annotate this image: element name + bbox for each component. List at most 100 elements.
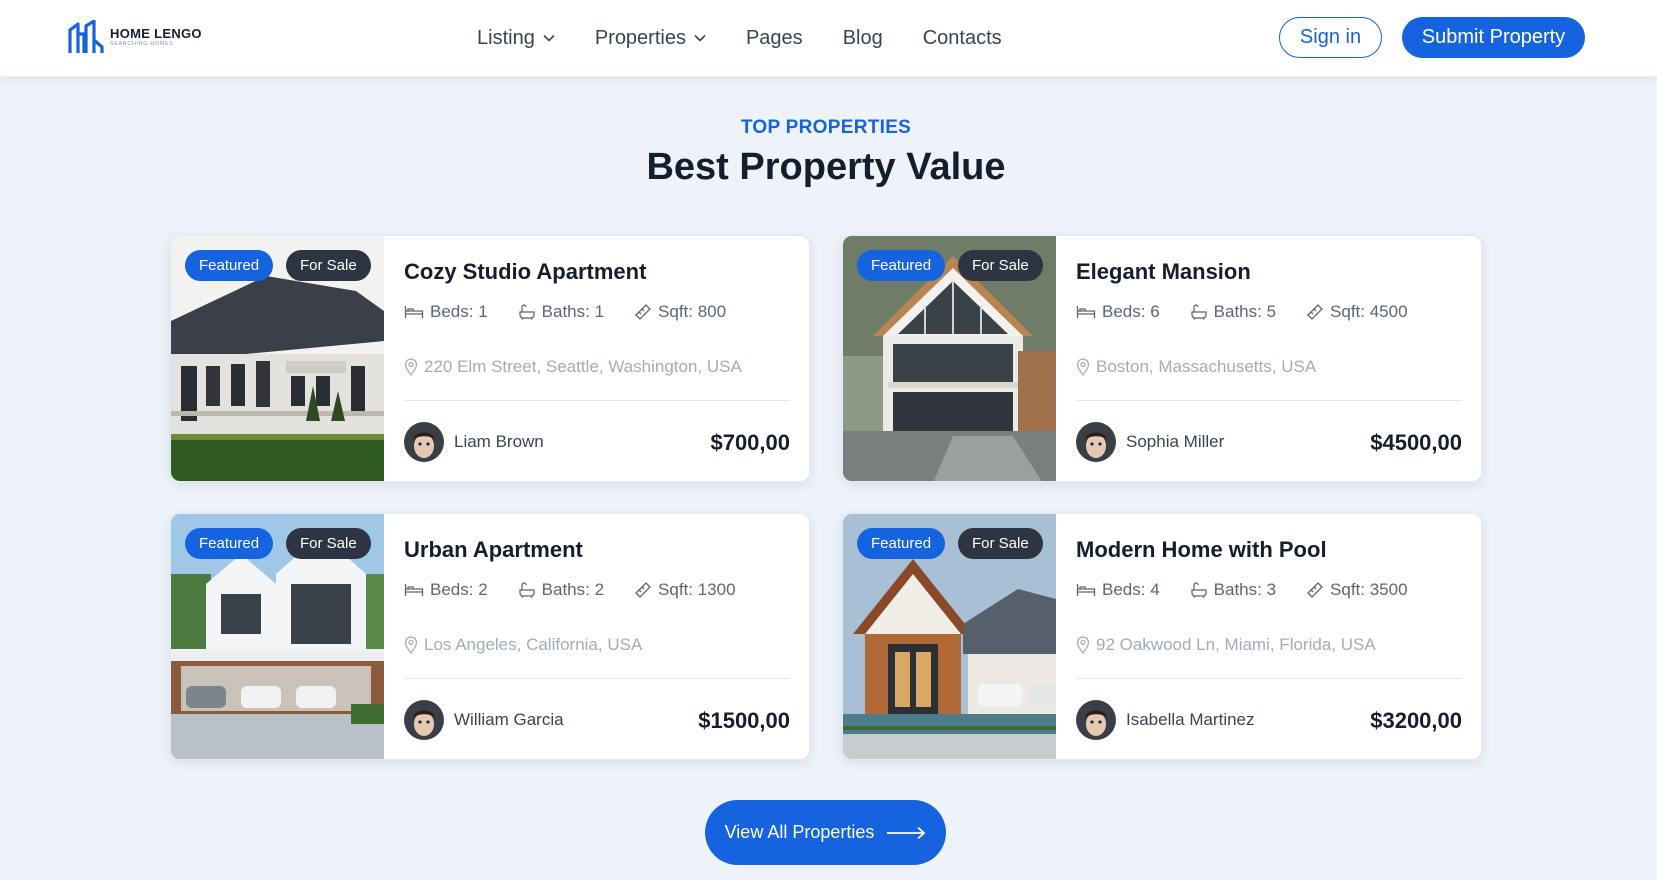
agent-info[interactable]: William Garcia	[404, 700, 564, 740]
nav-item-label: Listing	[477, 26, 535, 49]
property-title[interactable]: Elegant Mansion	[1076, 259, 1251, 285]
map-pin-icon	[404, 636, 418, 654]
for-sale-badge: For Sale	[286, 250, 371, 281]
address-text: 220 Elm Street, Seattle, Washington, USA	[424, 357, 742, 376]
beds-label: Beds: 4	[1102, 580, 1160, 599]
property-image[interactable]: Featured For Sale	[171, 514, 384, 759]
baths-info: Baths: 5	[1190, 302, 1276, 322]
site-header: HOME LENGO SEARCHING HOMES Listing Prope…	[0, 0, 1657, 77]
featured-badge: Featured	[857, 528, 946, 559]
ruler-icon	[635, 582, 651, 598]
map-pin-icon	[1076, 636, 1090, 654]
nav-item-label: Pages	[745, 26, 803, 49]
bed-icon	[1076, 306, 1096, 318]
sqft-info: Sqft: 800	[634, 302, 726, 322]
sqft-info: Sqft: 1300	[634, 580, 736, 600]
featured-badge: Featured	[857, 250, 946, 281]
nav-item-listing[interactable]: Listing	[477, 24, 555, 52]
beds-info: Beds: 6	[1076, 302, 1160, 322]
card-divider	[1076, 400, 1462, 401]
nav-item-label: Blog	[842, 26, 883, 49]
property-title[interactable]: Modern Home with Pool	[1076, 537, 1327, 563]
baths-info: Baths: 3	[1190, 580, 1276, 600]
nav-item-label: Contacts	[922, 26, 1002, 49]
property-meta: Beds: 1 Baths: 1 Sqft: 800	[404, 302, 756, 322]
view-all-label: View All Properties	[724, 822, 875, 842]
property-meta: Beds: 2 Baths: 2 Sqft: 1300	[404, 580, 766, 600]
bath-icon	[519, 582, 535, 598]
property-title[interactable]: Urban Apartment	[404, 537, 583, 563]
agent-info[interactable]: Sophia Miller	[1076, 422, 1224, 462]
sqft-label: Sqft: 3500	[1330, 580, 1408, 599]
featured-badge: Featured	[185, 250, 274, 281]
property-image[interactable]: Featured For Sale	[843, 236, 1056, 481]
baths-info: Baths: 2	[518, 580, 604, 600]
map-pin-icon	[1076, 358, 1090, 376]
property-price: $3200,00	[1370, 708, 1462, 733]
section-title: Best Property Value	[646, 146, 1006, 188]
card-divider	[404, 678, 790, 679]
property-card[interactable]: Featured For Sale Elegant Mansion Beds: …	[842, 235, 1482, 482]
beds-info: Beds: 4	[1076, 580, 1160, 600]
address-text: Los Angeles, California, USA	[424, 635, 643, 654]
logo-building-icon	[68, 20, 104, 53]
agent-name: Liam Brown	[454, 432, 544, 451]
sqft-label: Sqft: 800	[658, 302, 727, 321]
beds-label: Beds: 6	[1102, 302, 1160, 321]
nav-item-contacts[interactable]: Contacts	[923, 24, 1002, 52]
bath-icon	[1191, 582, 1207, 598]
property-address: Los Angeles, California, USA	[404, 635, 642, 655]
beds-info: Beds: 1	[404, 302, 488, 322]
property-address: Boston, Massachusetts, USA	[1076, 357, 1316, 377]
bath-icon	[1191, 304, 1207, 320]
brand-logo[interactable]: HOME LENGO SEARCHING HOMES	[68, 20, 202, 54]
card-divider	[1076, 678, 1462, 679]
brand-tagline: SEARCHING HOMES	[110, 40, 174, 47]
for-sale-badge: For Sale	[958, 528, 1043, 559]
chevron-down-icon	[543, 34, 555, 42]
brand-name: HOME LENGO	[110, 25, 202, 41]
beds-label: Beds: 2	[430, 580, 488, 599]
property-card[interactable]: Featured For Sale Cozy Studio Apartment …	[170, 235, 810, 482]
bed-icon	[404, 584, 424, 596]
for-sale-badge: For Sale	[286, 528, 371, 559]
nav-item-blog[interactable]: Blog	[843, 24, 883, 52]
beds-label: Beds: 1	[430, 302, 488, 321]
ruler-icon	[1307, 582, 1323, 598]
avatar	[1076, 700, 1116, 740]
sqft-info: Sqft: 3500	[1306, 580, 1408, 600]
sign-in-button[interactable]: Sign in	[1279, 17, 1382, 58]
avatar	[404, 700, 444, 740]
property-card[interactable]: Featured For Sale Modern Home with Pool …	[842, 513, 1482, 760]
beds-info: Beds: 2	[404, 580, 488, 600]
property-image[interactable]: Featured For Sale	[843, 514, 1056, 759]
nav-item-pages[interactable]: Pages	[746, 24, 803, 52]
for-sale-badge: For Sale	[958, 250, 1043, 281]
bed-icon	[404, 306, 424, 318]
property-title[interactable]: Cozy Studio Apartment	[404, 259, 646, 285]
sqft-info: Sqft: 4500	[1306, 302, 1408, 322]
featured-badge: Featured	[185, 528, 274, 559]
property-meta: Beds: 6 Baths: 5 Sqft: 4500	[1076, 302, 1438, 322]
property-price: $1500,00	[698, 708, 790, 733]
main-nav: Listing Properties Pages Blog Contacts	[477, 24, 1042, 52]
property-address: 92 Oakwood Ln, Miami, Florida, USA	[1076, 635, 1376, 655]
chevron-down-icon	[694, 34, 706, 42]
property-address: 220 Elm Street, Seattle, Washington, USA	[404, 357, 742, 377]
view-all-properties-button[interactable]: View All Properties	[705, 800, 946, 865]
agent-name: Sophia Miller	[1126, 432, 1225, 451]
arrow-right-icon	[887, 826, 926, 839]
agent-info[interactable]: Isabella Martinez	[1076, 700, 1255, 740]
property-meta: Beds: 4 Baths: 3 Sqft: 3500	[1076, 580, 1438, 600]
bath-icon	[519, 304, 535, 320]
baths-label: Baths: 2	[541, 580, 605, 599]
property-price: $4500,00	[1370, 430, 1462, 455]
submit-property-button[interactable]: Submit Property	[1402, 17, 1585, 58]
property-card[interactable]: Featured For Sale Urban Apartment Beds: …	[170, 513, 810, 760]
section-eyebrow: TOP PROPERTIES	[740, 117, 912, 138]
agent-name: William Garcia	[454, 710, 564, 729]
nav-item-properties[interactable]: Properties	[595, 24, 706, 52]
agent-info[interactable]: Liam Brown	[404, 422, 544, 462]
ruler-icon	[1307, 304, 1323, 320]
property-image[interactable]: Featured For Sale	[171, 236, 384, 481]
